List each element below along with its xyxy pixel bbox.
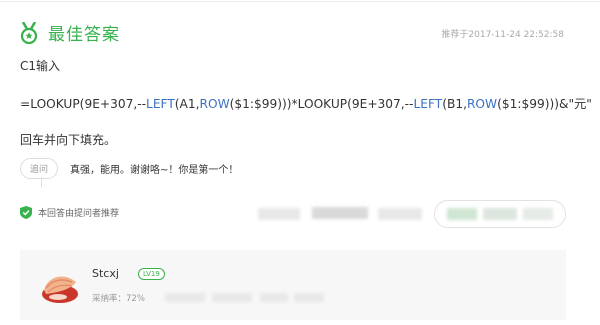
formula-function: LEFT	[146, 97, 175, 111]
formula-function: ROW	[466, 97, 498, 111]
medal-icon	[20, 21, 38, 44]
blurred-content	[447, 208, 477, 220]
blurred-content	[260, 293, 288, 302]
blurred-content	[483, 208, 517, 220]
best-answer-title: 最佳答案	[48, 25, 120, 45]
blurred-content	[312, 207, 368, 219]
blurred-action-pill[interactable]	[434, 200, 566, 228]
formula-function: LEFT	[413, 97, 443, 111]
recommend-text: 本回答由提问者推荐	[38, 209, 120, 219]
answer-instruction: 回车并向下填充。	[20, 133, 117, 147]
blurred-content	[523, 208, 553, 220]
followup-badge: 追问	[20, 158, 59, 179]
avatar[interactable]	[38, 266, 82, 306]
level-badge: LV19	[138, 268, 165, 280]
followup-text: 真强，能用。谢谢咯~！你是第一个！	[70, 165, 239, 176]
formula-part: ($1:$99)))&"元"	[497, 97, 592, 111]
formula-part: (A1,	[174, 97, 200, 111]
blurred-content	[378, 208, 422, 220]
followup-row: 追问 真强，能用。谢谢咯~！你是第一个！	[20, 158, 238, 179]
shield-check-icon	[20, 206, 32, 219]
answerer-card: Stcxj LV19 采纳率：72%	[20, 250, 566, 320]
thread-connector	[41, 177, 42, 187]
blurred-content	[212, 293, 252, 302]
answerer-name[interactable]: Stcxj	[92, 267, 119, 280]
blurred-content	[294, 293, 324, 302]
recommend-row: 本回答由提问者推荐	[20, 206, 119, 219]
answer-line-1: C1输入	[20, 59, 61, 73]
adopt-rate: 采纳率：72%	[92, 294, 145, 304]
formula-part: ($1:$99)))*LOOKUP(9E+307,--	[229, 97, 414, 111]
top-divider	[0, 1, 600, 2]
formula-function: ROW	[199, 97, 230, 111]
formula-text: =LOOKUP(9E+307,--LEFT(A1,ROW($1:$99)))*L…	[20, 94, 592, 112]
blurred-content	[258, 208, 300, 220]
formula-part: =LOOKUP(9E+307,--	[20, 97, 147, 111]
blurred-content	[165, 293, 205, 302]
formula-part: (B1,	[442, 97, 467, 111]
answer-timestamp: 推荐于2017-11-24 22:52:58	[441, 30, 564, 40]
best-answer-header: 最佳答案	[20, 20, 120, 45]
